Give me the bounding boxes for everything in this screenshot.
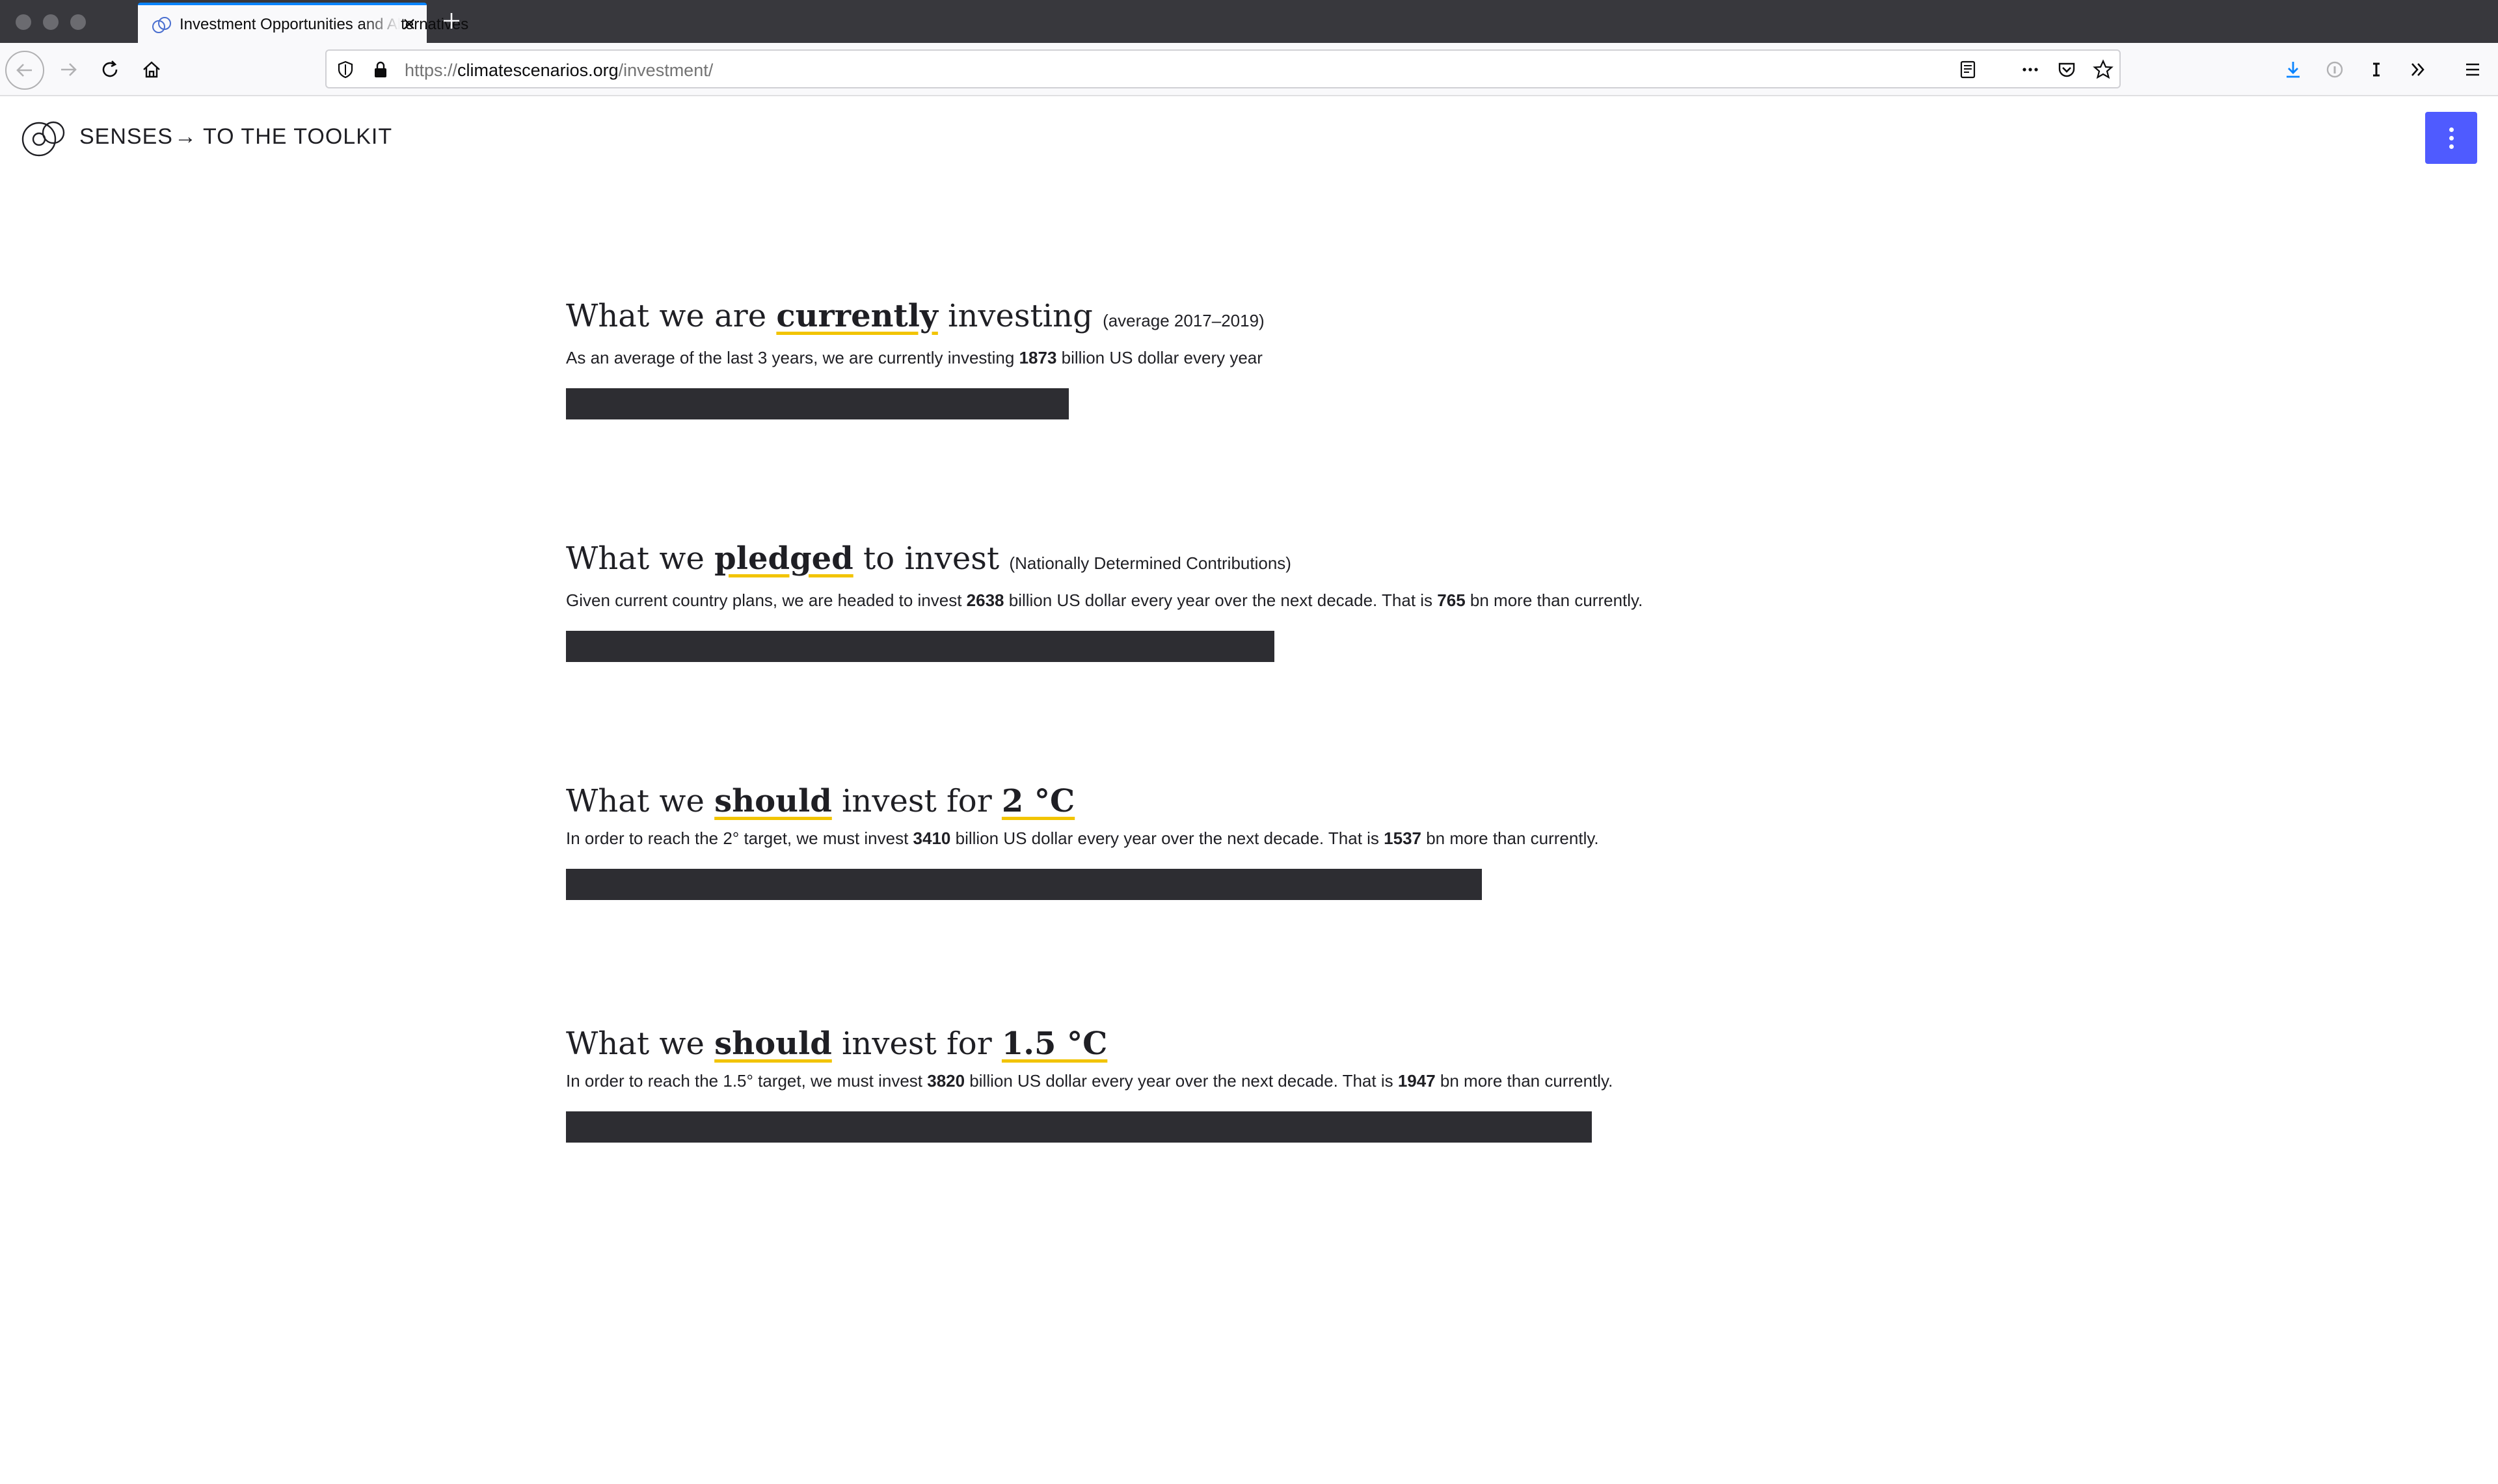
- section-description: In order to reach the 1.5° target, we mu…: [566, 1071, 1613, 1091]
- app-menu-button[interactable]: [2456, 53, 2489, 86]
- section-should-invest-1-5c: What we should invest for 1.5 °C In orde…: [566, 1024, 1867, 1143]
- section-heading: What we pledged to invest (Nationally De…: [566, 540, 1291, 577]
- bar-track: [566, 388, 1867, 419]
- investment-bar: [566, 869, 1482, 900]
- extension-info-button[interactable]: [2318, 53, 2351, 86]
- toolkit-link[interactable]: TO THE TOOLKIT: [203, 122, 392, 151]
- reader-view-icon[interactable]: [1957, 59, 1979, 81]
- forward-arrow-icon: [61, 63, 77, 76]
- browser-titlebar: Investment Opportunities and Alternative…: [0, 0, 2498, 43]
- difference-value: 1537: [1384, 828, 1421, 848]
- section-heading: What we should invest for 1.5 °C: [566, 1026, 1108, 1062]
- investment-bar: [566, 388, 1069, 419]
- site-header: SENSES → TO THE TOOLKIT: [0, 98, 2498, 176]
- section-pledged-to-invest: What we pledged to invest (Nationally De…: [566, 539, 1867, 662]
- target-word: 1.5 °C: [1001, 1026, 1108, 1062]
- url-host: climatescenarios.org: [457, 60, 619, 80]
- heading-note: (average 2017–2019): [1103, 311, 1265, 330]
- tab-title-fade: [362, 5, 401, 43]
- browser-tab-active[interactable]: Investment Opportunities and Alternative…: [138, 3, 468, 43]
- senses-logo-icon[interactable]: [20, 118, 72, 157]
- download-arrow-icon: [2287, 62, 2300, 78]
- highlight-word: pledged: [714, 540, 853, 577]
- url-scheme: https://: [405, 60, 458, 80]
- overflow-button[interactable]: [2402, 53, 2434, 86]
- bookmark-star-icon[interactable]: [2092, 59, 2114, 81]
- menu-dot: [2449, 135, 2454, 140]
- window-minimize-dot[interactable]: [43, 14, 59, 30]
- home-icon: [143, 61, 160, 78]
- extension-text-button[interactable]: [2360, 53, 2393, 86]
- downloads-button[interactable]: [2277, 53, 2309, 86]
- tab-close-icon[interactable]: [399, 14, 419, 34]
- highlight-word: should: [714, 783, 832, 819]
- reload-icon: [102, 60, 118, 77]
- section-description: In order to reach the 2° target, we must…: [566, 828, 1599, 848]
- back-arrow-icon: [16, 64, 32, 77]
- hamburger-menu-icon: [2466, 63, 2479, 76]
- difference-value: 1947: [1397, 1071, 1436, 1091]
- section-description: Given current country plans, we are head…: [566, 590, 1643, 610]
- pocket-icon[interactable]: [2056, 59, 2078, 81]
- menu-dot: [2449, 127, 2454, 132]
- padlock-icon[interactable]: [369, 59, 392, 81]
- invest-value: 2638: [966, 590, 1004, 610]
- bar-track: [566, 631, 1867, 662]
- highlight-word: currently: [776, 298, 938, 334]
- invest-value: 3410: [913, 828, 951, 848]
- heading-note: (Nationally Determined Contributions): [1009, 553, 1291, 573]
- bar-track: [566, 869, 1867, 900]
- tracking-shield-icon[interactable]: [334, 59, 356, 81]
- investment-bar: [566, 631, 1275, 662]
- brand-link[interactable]: SENSES: [79, 122, 173, 151]
- home-button[interactable]: [135, 53, 168, 86]
- page-actions-icon[interactable]: [2019, 59, 2041, 81]
- back-button[interactable]: [5, 51, 44, 90]
- invest-value: 3820: [927, 1071, 965, 1091]
- info-circle-icon: [2326, 61, 2343, 78]
- site-favicon-icon: [152, 17, 171, 33]
- section-heading: What we should invest for 2 °C: [566, 783, 1075, 819]
- bar-track: [566, 1111, 1867, 1143]
- text-cursor-icon: [2373, 62, 2380, 77]
- arrow-right-icon: →: [174, 124, 196, 149]
- reload-button[interactable]: [94, 53, 126, 86]
- highlight-word: should: [714, 1026, 832, 1062]
- url-path: /investment/: [618, 60, 714, 80]
- url-text[interactable]: https://climatescenarios.org/investment/: [405, 59, 713, 81]
- url-bar[interactable]: https://climatescenarios.org/investment/: [325, 49, 2121, 88]
- target-word: 2 °C: [1001, 783, 1075, 819]
- double-chevron-right-icon: [2411, 63, 2424, 76]
- section-description: As an average of the last 3 years, we ar…: [566, 348, 1263, 367]
- window-close-dot[interactable]: [16, 14, 31, 30]
- window-maximize-dot[interactable]: [70, 14, 86, 30]
- section-should-invest-2c: What we should invest for 2 °C In order …: [566, 782, 1867, 900]
- investment-bar: [566, 1111, 1592, 1143]
- invest-value: 1873: [1019, 348, 1057, 367]
- section-heading: What we are currently investing (average…: [566, 298, 1265, 334]
- forward-button[interactable]: [52, 53, 85, 86]
- new-tab-plus-icon[interactable]: [440, 9, 463, 33]
- difference-value: 765: [1437, 590, 1466, 610]
- section-currently-investing: What we are currently investing (average…: [566, 297, 1867, 419]
- page-menu-button[interactable]: [2425, 112, 2477, 164]
- tab-title: Investment Opportunities and Alternative…: [180, 16, 469, 33]
- menu-dot: [2449, 144, 2454, 149]
